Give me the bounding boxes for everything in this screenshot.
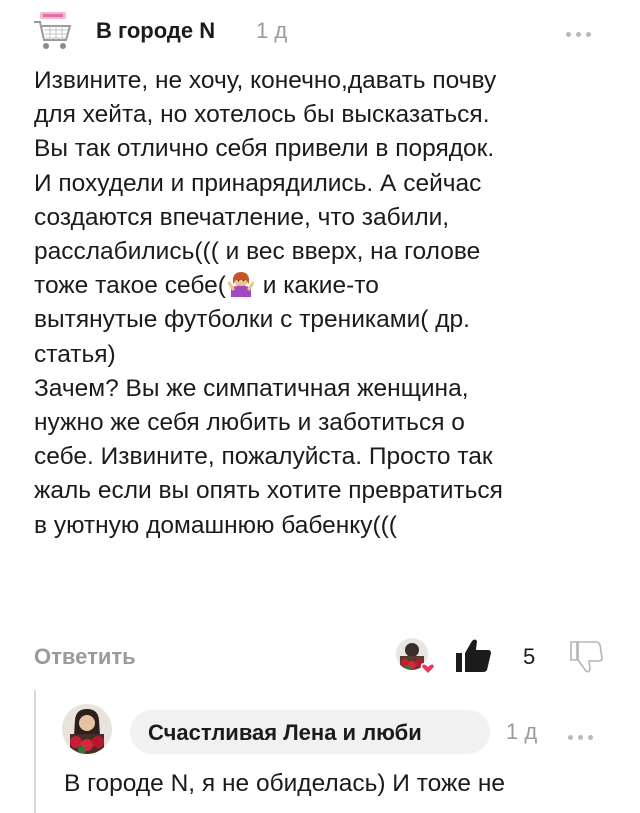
reply-author-avatar[interactable] [62,704,112,754]
comment-author[interactable]: В городе N [96,18,215,44]
shopping-cart-icon [34,12,72,49]
thread-line [34,690,36,813]
more-dots-icon[interactable] [566,24,596,42]
reply-text: В городе N, я не обиделась) И тоже не [64,770,505,797]
reply-time: 1 д [506,719,538,744]
reply-button[interactable]: Ответить [34,644,136,670]
comment-text-part1: Извините, не хочу, конечно,давать почву … [34,67,497,300]
comment-actions: Ответить 5 [34,636,614,680]
reply-author-pill[interactable]: Счастливая Лена и люби [130,710,490,754]
author-avatar[interactable] [30,12,76,52]
reply-header: Счастливая Лена и люби 1 д [62,702,622,762]
comment-text: Извините, не хочу, конечно,давать почву … [34,64,614,543]
comment-header: В городе N 1 д [30,10,610,50]
more-dots-icon[interactable] [568,727,598,745]
thumbs-up-icon[interactable] [454,638,494,674]
like-count: 5 [523,644,536,669]
thumbs-down-icon[interactable] [568,638,604,674]
comment-text-part2: и какие-то вытянутые футболки с треникам… [34,272,503,539]
shrugging-woman-emoji-icon [227,271,255,298]
liker-avatar[interactable] [394,636,438,676]
comment-time: 1 д [256,18,288,43]
heart-icon [420,663,436,676]
reply-author: Счастливая Лена и люби [148,720,422,745]
